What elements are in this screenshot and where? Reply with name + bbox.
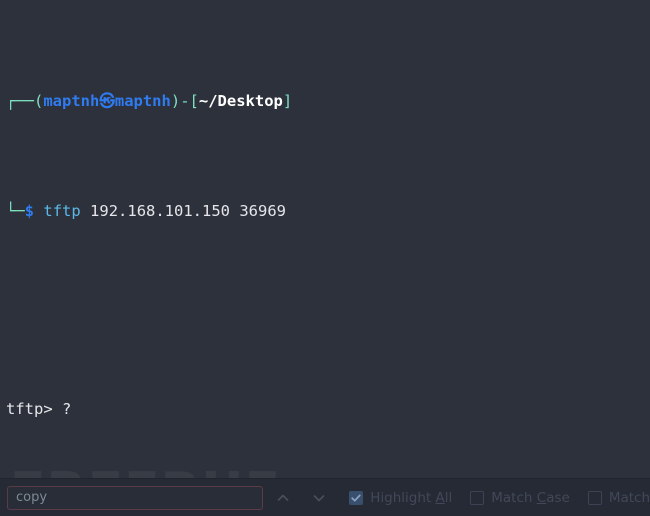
prompt-bracket-open: [ [189, 92, 199, 110]
highlight-all-option[interactable]: Highlight All [349, 490, 452, 506]
find-input-wrapper[interactable] [7, 485, 263, 510]
highlight-all-checkbox[interactable] [349, 490, 364, 505]
match-diacritics-label: Match [608, 489, 650, 506]
prompt-at-icon: ㉿ [99, 92, 115, 110]
shell-command-args: 192.168.101.150 36969 [90, 202, 286, 220]
highlight-all-label: Highlight All [370, 489, 453, 506]
terminal-output[interactable]: ┌──(maptnh㉿maptnh)-[~/Desktop] └─$ tftp … [0, 0, 650, 516]
prompt-user: maptnh [43, 92, 100, 110]
shell-prompt-line-2: └─$ tftp 192.168.101.150 36969 [6, 200, 650, 222]
find-previous-button[interactable] [269, 484, 298, 512]
chevron-down-icon [311, 490, 327, 506]
prompt-paren-open: ( [34, 92, 44, 110]
chevron-up-icon [275, 490, 291, 506]
prompt-host: maptnh [114, 92, 171, 110]
find-next-button[interactable] [304, 484, 333, 512]
prompt-box-top: ┌── [6, 92, 34, 110]
match-diacritics-checkbox[interactable] [587, 490, 602, 505]
tftp-prompt: tftp> [6, 400, 62, 418]
prompt-paren-close: ) [170, 92, 181, 110]
prompt-box-bottom: └─ [6, 202, 25, 220]
prompt-path: ~/Desktop [198, 92, 283, 110]
find-bar: Highlight All Match Case Match [0, 478, 650, 516]
prompt-bracket-close: ] [282, 92, 293, 110]
match-case-checkbox[interactable] [470, 490, 485, 505]
match-diacritics-option[interactable]: Match [587, 489, 650, 506]
checkmark-icon [350, 492, 362, 504]
shell-prompt-line-1: ┌──(maptnh㉿maptnh)-[~/Desktop] [6, 90, 650, 112]
tftp-help-command: ? [62, 400, 72, 418]
match-case-label: Match Case [491, 489, 570, 506]
shell-command-name: tftp [43, 202, 81, 220]
terminal-window: ┌──(maptnh㉿maptnh)-[~/Desktop] └─$ tftp … [0, 0, 650, 516]
match-case-option[interactable]: Match Case [470, 490, 570, 506]
find-input[interactable] [14, 489, 256, 506]
tftp-help-command-line: tftp> ? [6, 398, 650, 420]
prompt-dollar: $ [24, 202, 35, 220]
prompt-dash: - [180, 92, 190, 110]
